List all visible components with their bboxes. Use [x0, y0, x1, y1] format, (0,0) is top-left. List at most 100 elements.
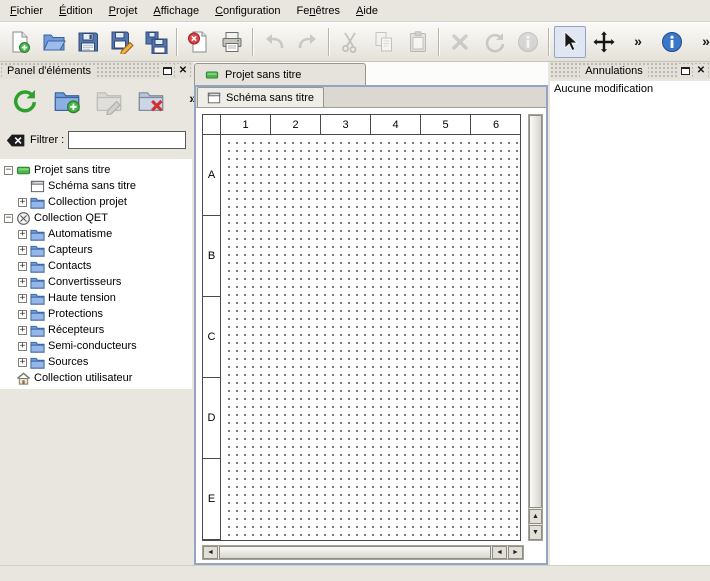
tree-expander[interactable]: +: [18, 278, 27, 287]
menu-aide[interactable]: Aide: [348, 2, 386, 20]
page-new-icon: [8, 30, 32, 54]
folder-small-icon: [30, 227, 45, 242]
vertical-scroll-thumb[interactable]: [529, 115, 542, 508]
toolbar-extension-2-button[interactable]: »: [690, 26, 710, 58]
float-icon: [681, 67, 690, 75]
tree-expander[interactable]: +: [18, 198, 27, 207]
redo-arrow-icon: [296, 30, 320, 54]
conductor-info-button[interactable]: [512, 26, 544, 58]
info-circle-blue-icon: [660, 30, 684, 54]
tree-item-label: Protections: [48, 308, 103, 320]
cut-button[interactable]: [334, 26, 366, 58]
menu-projet[interactable]: Projet: [101, 2, 146, 20]
menu-fichier[interactable]: Fichier: [2, 2, 51, 20]
cross-icon: [448, 30, 472, 54]
close-file-button[interactable]: [182, 26, 214, 58]
tree-item-recepteurs[interactable]: +Récepteurs: [0, 322, 192, 338]
elements-panel-float-button[interactable]: [160, 64, 174, 77]
printer-icon: [220, 30, 244, 54]
undo-list[interactable]: Aucune modification: [550, 81, 710, 565]
folder-small-icon: [30, 195, 45, 210]
undo-panel-float-button[interactable]: [678, 64, 692, 77]
tree-item-convertisseurs[interactable]: +Convertisseurs: [0, 274, 192, 290]
tree-expander[interactable]: +: [18, 294, 27, 303]
pan-mode-button[interactable]: [588, 26, 620, 58]
tree-item-label: Haute tension: [48, 292, 116, 304]
tree-expander[interactable]: +: [18, 246, 27, 255]
tree-item-collection-utilisateur[interactable]: Collection utilisateur: [0, 370, 192, 386]
paste-button[interactable]: [402, 26, 434, 58]
scroll-down-button[interactable]: ▼: [529, 525, 542, 540]
redo-button[interactable]: [292, 26, 324, 58]
about-button[interactable]: [656, 26, 688, 58]
save-as-button[interactable]: [106, 26, 138, 58]
rotate-button[interactable]: [478, 26, 510, 58]
column-header-5: 5: [421, 115, 471, 135]
print-button[interactable]: [216, 26, 248, 58]
clipboard-icon: [406, 30, 430, 54]
tree-item-sources[interactable]: +Sources: [0, 354, 192, 370]
tree-item-capteurs[interactable]: +Capteurs: [0, 242, 192, 258]
delete-element-button[interactable]: [133, 83, 169, 119]
scroll-up-button[interactable]: ▲: [529, 509, 542, 524]
elements-panel-titlebar: Panel d'éléments ✕: [0, 62, 192, 79]
tree-expander[interactable]: +: [18, 326, 27, 335]
project-tab[interactable]: Projet sans titre: [194, 63, 366, 85]
filter-input[interactable]: [68, 131, 186, 149]
tree-item-collection-projet[interactable]: +Collection projet: [0, 194, 192, 210]
tree-item-contacts[interactable]: +Contacts: [0, 258, 192, 274]
menu-fenetres[interactable]: Fenêtres: [289, 2, 348, 20]
tree-expander[interactable]: +: [18, 342, 27, 351]
tree-expander[interactable]: +: [18, 230, 27, 239]
floppy-icon: [76, 30, 100, 54]
new-project-button[interactable]: [4, 26, 36, 58]
undo-panel-titlebar: Annulations ✕: [550, 62, 710, 79]
tree-expander[interactable]: +: [18, 262, 27, 271]
tree-item-schema-sans-titre[interactable]: Schéma sans titre: [0, 178, 192, 194]
tree-item-label: Automatisme: [48, 228, 112, 240]
tree-item-semi-conducteurs[interactable]: +Semi-conducteurs: [0, 338, 192, 354]
toolbar-extension-button[interactable]: »: [622, 26, 654, 58]
project-subwindow: Schéma sans titre 123456 ABCDE ▲ ▼: [194, 85, 548, 565]
schema-view[interactable]: 123456 ABCDE ▲ ▼ ◄ ◄ ►: [196, 108, 546, 563]
folder-small-icon: [30, 291, 45, 306]
menu-edition[interactable]: Édition: [51, 2, 101, 20]
reload-collections-button[interactable]: [7, 83, 43, 119]
menu-configuration[interactable]: Configuration: [207, 2, 288, 20]
edit-element-button[interactable]: [91, 83, 127, 119]
menu-affichage[interactable]: Affichage: [145, 2, 207, 20]
vertical-scrollbar[interactable]: ▲ ▼: [528, 114, 543, 541]
tree-expander[interactable]: +: [18, 310, 27, 319]
undo-button[interactable]: [258, 26, 290, 58]
schema-sheet: 123456 ABCDE: [202, 114, 521, 541]
save-all-button[interactable]: [140, 26, 172, 58]
select-mode-button[interactable]: [554, 26, 586, 58]
schema-tab[interactable]: Schéma sans titre: [197, 87, 324, 107]
elements-panel-close-button[interactable]: ✕: [176, 64, 190, 77]
copy-button[interactable]: [368, 26, 400, 58]
new-element-button[interactable]: [49, 83, 85, 119]
tree-expander[interactable]: −: [4, 166, 13, 175]
tree-spacer: [18, 182, 27, 191]
tree-expander[interactable]: −: [4, 214, 13, 223]
save-button[interactable]: [72, 26, 104, 58]
tree-item-automatisme[interactable]: + Automatisme: [0, 226, 192, 242]
scroll-left-button[interactable]: ◄: [203, 546, 218, 559]
scroll-left-2-button[interactable]: ◄: [492, 546, 507, 559]
schema-grid[interactable]: [222, 136, 520, 540]
tree-item-projet-sans-titre[interactable]: −Projet sans titre: [0, 162, 192, 178]
workspace: Panel d'éléments ✕ » Filtrer : −Projet s…: [0, 62, 710, 565]
open-project-button[interactable]: [38, 26, 70, 58]
tree-item-collection-qet[interactable]: −Collection QET: [0, 210, 192, 226]
tree-item-protections[interactable]: + Protections: [0, 306, 192, 322]
horizontal-scrollbar[interactable]: ◄ ◄ ►: [202, 545, 524, 560]
folder-small-icon: [30, 243, 45, 258]
horizontal-scroll-thumb[interactable]: [219, 546, 491, 559]
sheet-corner: [203, 115, 221, 135]
clear-filter-icon[interactable]: [6, 133, 26, 148]
tree-expander[interactable]: +: [18, 358, 27, 367]
undo-panel-close-button[interactable]: ✕: [694, 64, 708, 77]
tree-item-haute-tension[interactable]: + Haute tension: [0, 290, 192, 306]
scroll-right-button[interactable]: ►: [508, 546, 523, 559]
delete-button[interactable]: [444, 26, 476, 58]
